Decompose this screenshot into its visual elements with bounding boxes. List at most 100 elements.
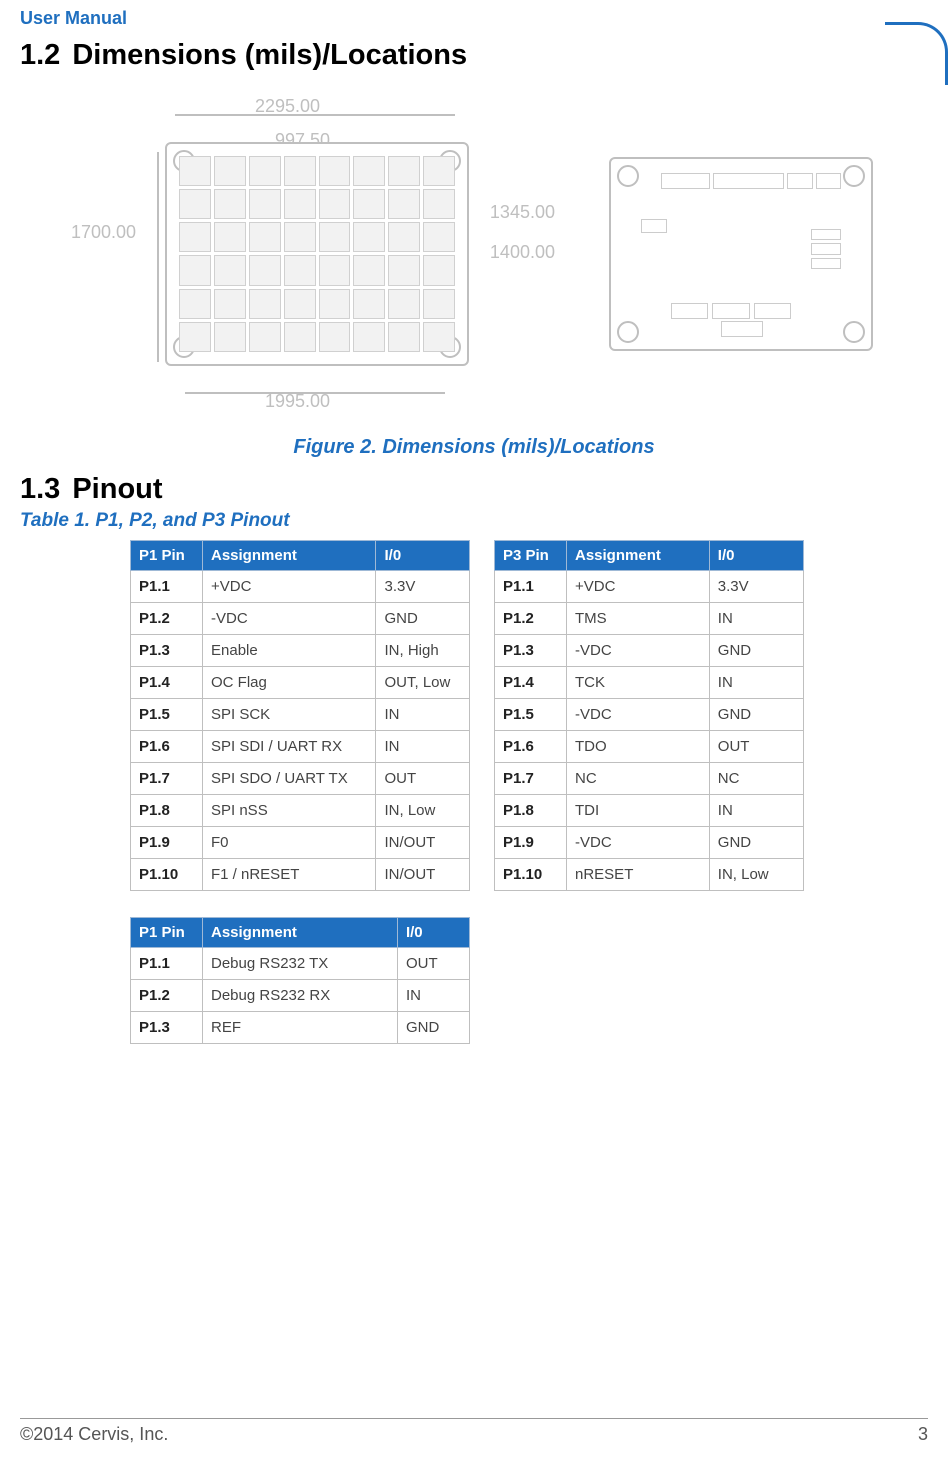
dim-bottom-width: 1995.00 — [265, 391, 330, 412]
table-cell: Debug RS232 TX — [203, 948, 398, 980]
table-cell: IN — [376, 731, 470, 763]
table-cell: REF — [203, 1012, 398, 1044]
dim-right-outer: 1400.00 — [490, 242, 555, 263]
table-cell: P1.9 — [495, 827, 567, 859]
tables-row-top: P1 PinAssignmentI/0 P1.1+VDC3.3VP1.2-VDC… — [130, 540, 928, 891]
footer-rule — [20, 1418, 928, 1419]
table-row: P1.7SPI SDO / UART TXOUT — [131, 763, 470, 795]
table-cell: SPI nSS — [203, 795, 376, 827]
table-header: Assignment — [567, 541, 710, 571]
table-cell: P1.3 — [131, 1012, 203, 1044]
table-header: Assignment — [203, 541, 376, 571]
table-cell: P1.5 — [131, 699, 203, 731]
figure-2-container: 2295.00 997.50 1700.00 1345.00 — [20, 102, 928, 406]
table-cell: SPI SDI / UART RX — [203, 731, 376, 763]
table-row: P1.6SPI SDI / UART RXIN — [131, 731, 470, 763]
table-cell: P1.10 — [495, 859, 567, 891]
table-cell: IN/OUT — [376, 859, 470, 891]
table-cell: P1.2 — [131, 603, 203, 635]
table-p3: P3 PinAssignmentI/0 P1.1+VDC3.3VP1.2TMSI… — [494, 540, 804, 891]
table-cell: P1.3 — [495, 635, 567, 667]
table-cell: OUT — [376, 763, 470, 795]
table-cell: GND — [709, 699, 803, 731]
table-row: P1.6TDOOUT — [495, 731, 804, 763]
table-cell: IN — [376, 699, 470, 731]
table-cell: GND — [397, 1012, 469, 1044]
page-footer: ©2014 Cervis, Inc. 3 — [20, 1424, 928, 1445]
table-cell: NC — [567, 763, 710, 795]
section-1-3-heading: 1.3 Pinout — [20, 473, 928, 506]
table-row: P1.9F0IN/OUT — [131, 827, 470, 859]
table-header: P1 Pin — [131, 918, 203, 948]
dim-left-height: 1700.00 — [71, 222, 136, 243]
table-row: P1.8TDIIN — [495, 795, 804, 827]
footer-copyright: ©2014 Cervis, Inc. — [20, 1424, 168, 1445]
table-cell: 3.3V — [709, 571, 803, 603]
table-cell: TMS — [567, 603, 710, 635]
pcb-left-diagram: 2295.00 997.50 1700.00 1345.00 — [75, 102, 549, 406]
table-header: Assignment — [203, 918, 398, 948]
table-cell: Enable — [203, 635, 376, 667]
table-row: P1.5SPI SCKIN — [131, 699, 470, 731]
table-row: P1.1Debug RS232 TXOUT — [131, 948, 470, 980]
table-row: P1.3-VDCGND — [495, 635, 804, 667]
table-cell: -VDC — [203, 603, 376, 635]
figure-2-caption: Figure 2. Dimensions (mils)/Locations — [20, 436, 928, 459]
table-cell: TDO — [567, 731, 710, 763]
table-cell: IN/OUT — [376, 827, 470, 859]
doc-header: User Manual — [20, 0, 928, 33]
table-cell: TCK — [567, 667, 710, 699]
table-cell: F0 — [203, 827, 376, 859]
table-row: P1.2Debug RS232 RXIN — [131, 980, 470, 1012]
table-row: P1.2TMSIN — [495, 603, 804, 635]
table-cell: SPI SDO / UART TX — [203, 763, 376, 795]
table-p2: P1 PinAssignmentI/0 P1.1Debug RS232 TXOU… — [130, 917, 470, 1044]
table-cell: IN — [709, 667, 803, 699]
table-cell: IN — [709, 795, 803, 827]
table-row: P1.10F1 / nRESETIN/OUT — [131, 859, 470, 891]
table-cell: -VDC — [567, 827, 710, 859]
dim-right-inner: 1345.00 — [490, 202, 555, 223]
table-cell: GND — [376, 603, 470, 635]
table-header: I/0 — [397, 918, 469, 948]
table-row: P1.3REFGND — [131, 1012, 470, 1044]
table-cell: IN — [709, 603, 803, 635]
table-cell: IN, High — [376, 635, 470, 667]
table-row: P1.8SPI nSSIN, Low — [131, 795, 470, 827]
section-number: 1.3 — [20, 473, 60, 506]
table-cell: IN, Low — [709, 859, 803, 891]
table-cell: P1.3 — [131, 635, 203, 667]
table-row: P1.3EnableIN, High — [131, 635, 470, 667]
section-number: 1.2 — [20, 39, 60, 72]
table-p1: P1 PinAssignmentI/0 P1.1+VDC3.3VP1.2-VDC… — [130, 540, 470, 891]
table-row: P1.7NCNC — [495, 763, 804, 795]
table-cell: P1.2 — [495, 603, 567, 635]
footer-page-number: 3 — [918, 1424, 928, 1445]
table-row: P1.2-VDCGND — [131, 603, 470, 635]
table-cell: P1.7 — [495, 763, 567, 795]
table-row: P1.4TCKIN — [495, 667, 804, 699]
section-1-2-heading: 1.2 Dimensions (mils)/Locations — [20, 39, 928, 72]
table-cell: P1.4 — [495, 667, 567, 699]
table-row: P1.10nRESETIN, Low — [495, 859, 804, 891]
table-row: P1.4OC FlagOUT, Low — [131, 667, 470, 699]
table-cell: P1.7 — [131, 763, 203, 795]
table-cell: GND — [709, 827, 803, 859]
section-title: Pinout — [72, 473, 162, 506]
table-row: P1.5-VDCGND — [495, 699, 804, 731]
table-cell: SPI SCK — [203, 699, 376, 731]
table-cell: F1 / nRESET — [203, 859, 376, 891]
pcb-right-diagram — [609, 157, 873, 351]
table-cell: P1.5 — [495, 699, 567, 731]
table-cell: OC Flag — [203, 667, 376, 699]
table-header: I/0 — [709, 541, 803, 571]
table-cell: IN — [397, 980, 469, 1012]
table-cell: IN, Low — [376, 795, 470, 827]
table-cell: P1.10 — [131, 859, 203, 891]
table-cell: NC — [709, 763, 803, 795]
table-cell: P1.9 — [131, 827, 203, 859]
table-cell: OUT — [709, 731, 803, 763]
table-cell: -VDC — [567, 635, 710, 667]
table-cell: P1.8 — [495, 795, 567, 827]
table-cell: GND — [709, 635, 803, 667]
